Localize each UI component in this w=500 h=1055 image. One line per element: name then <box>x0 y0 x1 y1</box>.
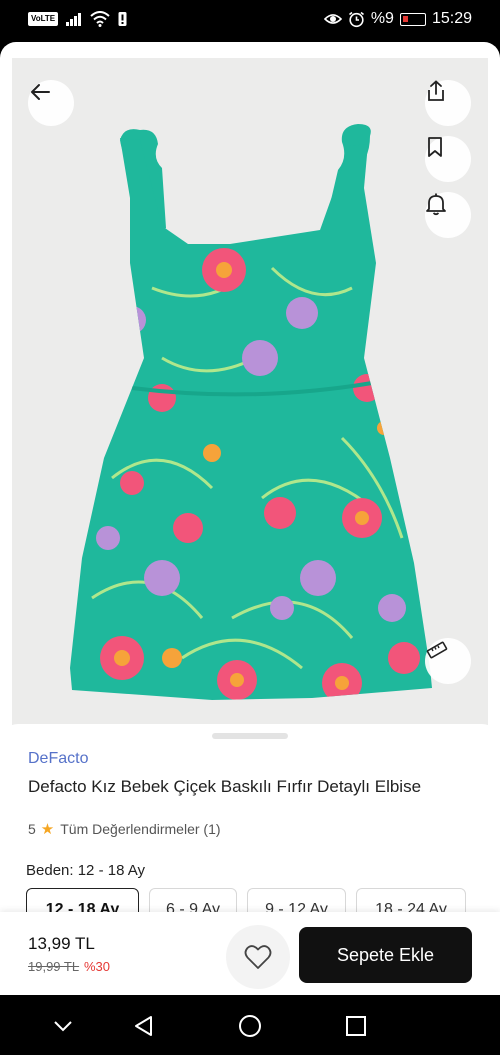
share-icon <box>428 80 444 101</box>
signal-icon <box>66 13 82 26</box>
brand-link[interactable]: DeFacto <box>28 750 88 768</box>
favorite-button[interactable] <box>226 925 290 989</box>
selected-size: 12 - 18 Ay <box>77 862 145 879</box>
ruler-icon <box>426 641 448 659</box>
triangle-back-icon <box>135 1016 152 1036</box>
size-guide-button[interactable] <box>425 638 471 684</box>
nav-home-button[interactable] <box>237 1013 263 1039</box>
share-button[interactable] <box>425 80 471 126</box>
size-label: Beden: 12 - 18 Ay <box>26 862 145 879</box>
heart-icon <box>244 945 272 969</box>
rating-row[interactable]: 5 ★ Tüm Değerlendirmeler (1) <box>28 820 221 838</box>
nav-recents-button[interactable] <box>343 1013 369 1039</box>
discount-badge: %30 <box>84 959 111 974</box>
volte-badge: VoLTE <box>28 12 59 26</box>
bookmark-icon <box>428 137 442 157</box>
battery-icon <box>399 12 426 26</box>
circle-home-icon <box>239 1015 261 1037</box>
dress-illustration <box>70 124 432 700</box>
bell-icon <box>426 193 446 216</box>
add-to-cart-button[interactable]: Sepete Ekle <box>299 927 472 983</box>
alarm-icon <box>348 11 364 27</box>
product-image[interactable] <box>12 58 488 748</box>
bookmark-button[interactable] <box>425 136 471 182</box>
price: 13,99 TL <box>28 934 95 953</box>
nav-collapse-button[interactable] <box>50 1013 76 1039</box>
back-arrow-icon <box>31 84 50 100</box>
size-label-prefix: Beden: <box>26 862 74 879</box>
back-button[interactable] <box>28 80 74 126</box>
sheet-handle[interactable] <box>212 733 288 739</box>
star-icon: ★ <box>40 821 55 838</box>
product-page: DeFacto Defacto Kız Bebek Çiçek Baskılı … <box>0 42 500 995</box>
chevron-down-icon <box>54 1021 72 1032</box>
nav-back-button[interactable] <box>130 1013 156 1039</box>
rating-value: 5 <box>28 821 36 837</box>
reviews-link[interactable]: Tüm Değerlendirmeler (1) <box>60 821 220 837</box>
eye-icon <box>323 14 342 24</box>
product-title: Defacto Kız Bebek Çiçek Baskılı Fırfır D… <box>28 777 422 796</box>
system-nav-bar <box>0 995 500 1055</box>
clock: 15:29 <box>431 10 472 27</box>
battery-percent: %9 <box>370 10 394 27</box>
notify-button[interactable] <box>425 192 471 238</box>
status-bar: VoLTE %9 15:29 <box>0 0 500 42</box>
wifi-icon <box>90 11 110 27</box>
square-recents-icon <box>346 1016 366 1036</box>
old-price: 19,99 TL <box>28 959 80 974</box>
buy-bar: 13,99 TL 19,99 TL %30 Sepete Ekle <box>0 912 500 995</box>
alert-icon <box>118 12 127 26</box>
